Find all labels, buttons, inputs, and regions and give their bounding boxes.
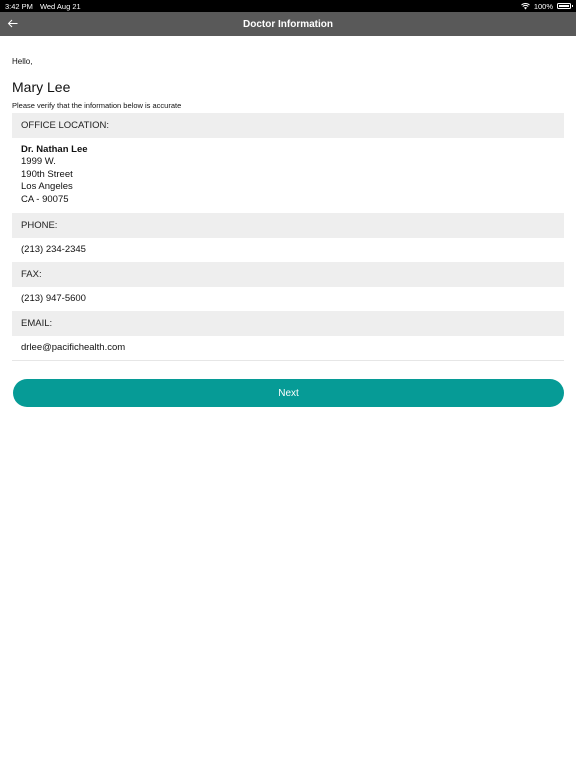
email-label: EMAIL:	[21, 318, 53, 330]
user-name: Mary Lee	[12, 79, 71, 95]
battery-icon	[557, 3, 573, 9]
doctor-info-list: OFFICE LOCATION: Dr. Nathan Lee 1999 W. …	[12, 113, 564, 362]
back-button[interactable]	[4, 16, 20, 32]
wifi-icon	[520, 2, 530, 10]
verify-instruction: Please verify that the information below…	[12, 101, 182, 110]
fax-label: FAX:	[21, 269, 42, 281]
main-content: Hello, Mary Lee Please verify that the i…	[0, 56, 576, 408]
next-button[interactable]: Next	[13, 379, 564, 408]
status-right: 100%	[520, 1, 573, 11]
fax-value: (213) 947-5600	[21, 293, 86, 305]
address-state-zip: CA - 90075	[21, 193, 69, 205]
status-bar: 3:42 PM Wed Aug 21 100%	[0, 0, 576, 12]
status-time: 3:42 PM	[5, 1, 33, 11]
phone-label: PHONE:	[21, 220, 58, 232]
doctor-name: Dr. Nathan Lee	[21, 144, 88, 155]
phone-header: PHONE:	[12, 213, 564, 239]
address-line-2: 190th Street	[21, 168, 73, 180]
battery-percent: 100%	[533, 1, 553, 11]
office-location-value: Dr. Nathan Lee 1999 W. 190th Street Los …	[12, 138, 564, 213]
status-left: 3:42 PM Wed Aug 21	[5, 2, 88, 11]
status-date: Wed Aug 21	[39, 1, 81, 11]
arrow-left-icon	[7, 15, 18, 33]
email-header: EMAIL:	[12, 311, 564, 337]
nav-bar: Doctor Information	[0, 12, 576, 36]
page-title: Doctor Information	[243, 18, 333, 30]
email-value: drlee@pacifichealth.com	[12, 336, 564, 362]
battery-level-fill	[559, 5, 569, 7]
address-city: Los Angeles	[21, 181, 73, 193]
greeting-text: Hello,	[12, 57, 33, 66]
office-location-label: OFFICE LOCATION:	[21, 120, 109, 131]
office-location-header: OFFICE LOCATION:	[12, 113, 564, 138]
address-line-1: 1999 W.	[21, 156, 56, 168]
fax-header: FAX:	[12, 262, 564, 288]
phone-value: (213) 234-2345	[21, 244, 86, 256]
